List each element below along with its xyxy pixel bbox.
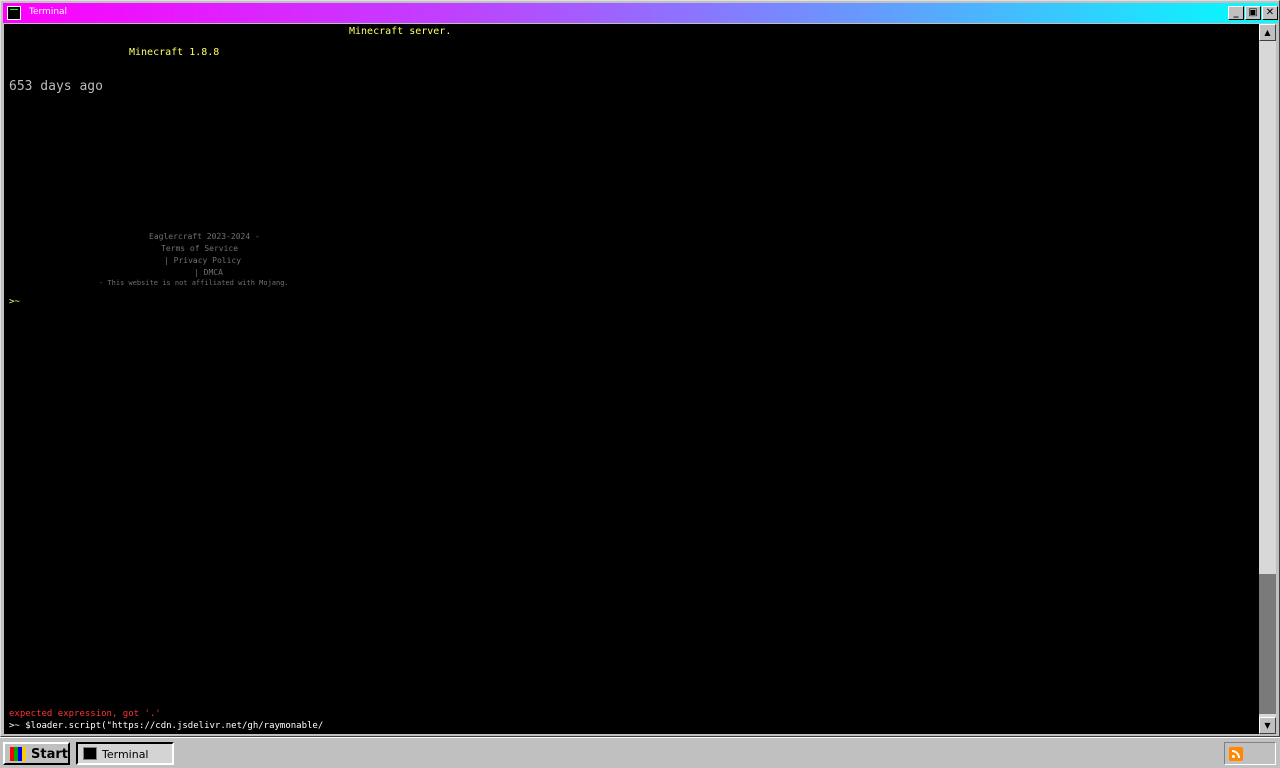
scroll-up-button[interactable]: ▲ — [1259, 24, 1276, 41]
server-header-text: Minecraft server. — [349, 26, 452, 37]
command-input-line[interactable]: >~ $loader.script("https://cdn.jsdelivr.… — [9, 721, 323, 731]
terms-link[interactable]: Terms of Service — [161, 244, 238, 253]
windows-logo-icon — [10, 747, 26, 761]
scroll-down-button[interactable]: ▼ — [1259, 717, 1276, 734]
error-message: expected expression, got '.' — [9, 709, 161, 719]
terminal-icon[interactable] — [7, 6, 21, 20]
close-button[interactable]: ✕ — [1262, 6, 1278, 20]
taskbar-item-terminal[interactable]: Terminal — [76, 742, 174, 765]
start-button[interactable]: Start — [3, 742, 70, 765]
disclaimer-text: - This website is not affiliated with Mo… — [99, 279, 289, 287]
scrollbar-thumb[interactable] — [1259, 574, 1276, 714]
days-ago-text: 653 days ago — [9, 79, 103, 94]
prompt-line: >~ — [9, 297, 20, 307]
vertical-scrollbar[interactable]: ▲ ▼ — [1259, 24, 1276, 734]
start-label: Start — [31, 747, 68, 762]
version-text: Minecraft 1.8.8 — [129, 47, 220, 58]
copyright-text: Eaglercraft 2023-2024 - — [149, 232, 260, 241]
maximize-button[interactable]: ▣ — [1245, 6, 1261, 20]
privacy-link[interactable]: | Privacy Policy — [164, 256, 241, 265]
system-tray — [1224, 742, 1276, 765]
minimize-button[interactable]: _ — [1228, 6, 1244, 20]
taskbar-item-label: Terminal — [102, 748, 149, 761]
rss-icon[interactable] — [1229, 747, 1243, 761]
title-bar[interactable]: Terminal _ ▣ ✕ — [3, 3, 1278, 23]
terminal-output[interactable]: Minecraft server. Minecraft 1.8.8 653 da… — [4, 24, 1259, 734]
dmca-link[interactable]: | DMCA — [194, 268, 223, 277]
taskbar: Start Terminal — [0, 737, 1280, 768]
window-title: Terminal — [29, 7, 68, 17]
terminal-icon — [83, 747, 97, 760]
terminal-window: Terminal _ ▣ ✕ Minecraft server. Minecra… — [0, 0, 1280, 737]
